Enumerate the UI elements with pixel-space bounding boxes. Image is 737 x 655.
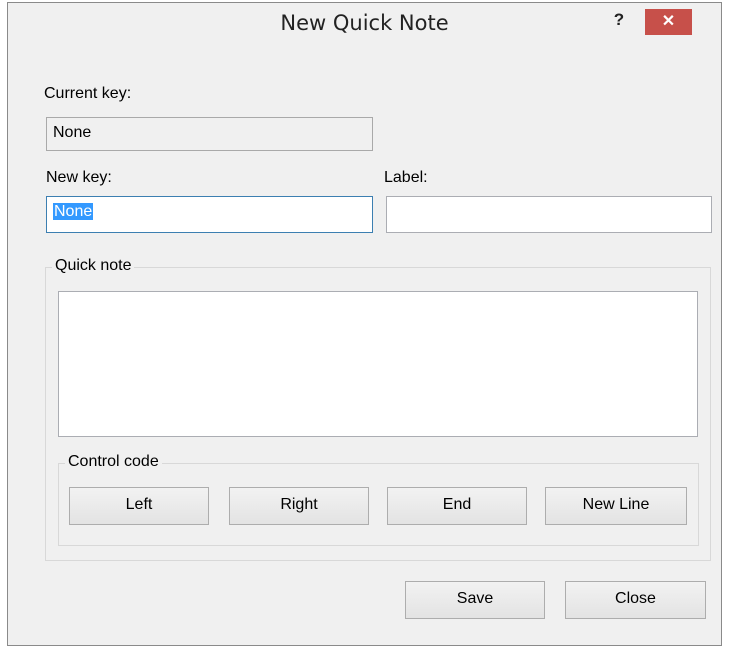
- title-bar[interactable]: New Quick Note ? ✕: [8, 3, 721, 43]
- control-code-right-button[interactable]: Right: [229, 487, 369, 525]
- new-key-input[interactable]: None: [46, 196, 373, 233]
- dialog-window: New Quick Note ? ✕ Current key: None New…: [7, 2, 722, 646]
- help-button[interactable]: ?: [606, 9, 632, 35]
- current-key-field: None: [46, 117, 373, 151]
- close-button[interactable]: Close: [565, 581, 706, 619]
- control-code-end-button[interactable]: End: [387, 487, 527, 525]
- quick-note-group: Quick note Control code Left Right End N…: [45, 257, 711, 561]
- new-key-value: None: [53, 203, 94, 220]
- save-button[interactable]: Save: [405, 581, 545, 619]
- quick-note-group-label: Quick note: [52, 257, 135, 275]
- current-key-value: None: [53, 124, 92, 141]
- label-input[interactable]: [386, 196, 712, 233]
- control-code-group: Control code Left Right End New Line: [58, 453, 699, 546]
- close-icon: ✕: [661, 13, 676, 30]
- new-key-label: New key:: [46, 169, 112, 186]
- quick-note-textarea[interactable]: [58, 291, 698, 437]
- current-key-label: Current key:: [44, 85, 132, 102]
- control-code-group-label: Control code: [65, 453, 162, 471]
- label-field-label: Label:: [384, 169, 428, 186]
- control-code-left-button[interactable]: Left: [69, 487, 209, 525]
- control-code-new-line-button[interactable]: New Line: [545, 487, 687, 525]
- close-window-button[interactable]: ✕: [645, 9, 692, 35]
